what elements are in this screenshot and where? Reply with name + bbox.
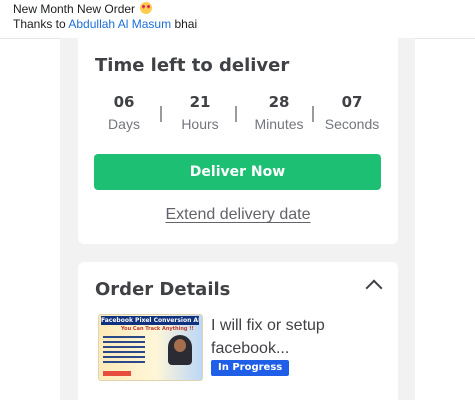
delivery-card: Time left to deliver 06 Days 21 Hours 28… <box>78 38 398 244</box>
countdown-hours-value: 21 <box>189 93 211 111</box>
deliver-now-button[interactable]: Deliver Now <box>94 154 381 190</box>
countdown-days: 06 Days <box>95 93 153 133</box>
countdown-timer: 06 Days 21 Hours 28 Minutes 07 Seconds <box>95 93 385 138</box>
countdown-divider <box>235 106 237 122</box>
order-details-title: Order Details <box>95 279 231 300</box>
thumbnail-subtitle: You Can Track Anything !! <box>121 326 194 332</box>
countdown-minutes-value: 28 <box>268 93 290 111</box>
extend-delivery-date-link[interactable]: Extend delivery date <box>78 206 398 224</box>
countdown-minutes-label: Minutes <box>254 116 304 132</box>
countdown-seconds: 07 Seconds <box>317 93 387 133</box>
countdown-hours: 21 Hours <box>171 93 229 133</box>
delivery-card-title: Time left to deliver <box>95 55 290 76</box>
countdown-days-label: Days <box>108 116 140 132</box>
gig-title[interactable]: I will fix or setup facebook... <box>211 314 381 360</box>
post-text-line-1: New Month New Order <box>13 2 153 17</box>
post-text-line-2: Thanks to Abdullah Al Masum bhai <box>13 17 197 32</box>
mention-link[interactable]: Abdullah Al Masum <box>68 17 171 31</box>
thanks-text: Thanks to <box>13 17 66 31</box>
star-struck-emoji-icon <box>140 2 153 14</box>
thumbnail-person-image <box>168 335 192 365</box>
countdown-seconds-label: Seconds <box>324 116 380 132</box>
gig-thumbnail[interactable]: Facebook Pixel Conversion API You Can Tr… <box>98 314 203 381</box>
thumbnail-title: Facebook Pixel Conversion API <box>101 316 199 325</box>
post-header: New Month New Order Thanks to Abdullah A… <box>0 0 475 39</box>
countdown-seconds-value: 07 <box>341 93 363 111</box>
thumbnail-bullet-list <box>103 333 155 366</box>
chevron-up-icon[interactable] <box>365 279 383 297</box>
post-heading: New Month New Order <box>13 2 136 16</box>
countdown-minutes: 28 Minutes <box>241 93 317 133</box>
countdown-days-value: 06 <box>113 93 135 111</box>
countdown-divider <box>312 106 314 122</box>
countdown-hours-label: Hours <box>181 116 219 132</box>
order-details-card: Order Details Facebook Pixel Conversion … <box>78 262 398 400</box>
status-badge: In Progress <box>211 360 290 376</box>
thumbnail-badge <box>103 371 131 376</box>
countdown-divider <box>160 106 162 122</box>
suffix-text: bhai <box>174 17 198 31</box>
